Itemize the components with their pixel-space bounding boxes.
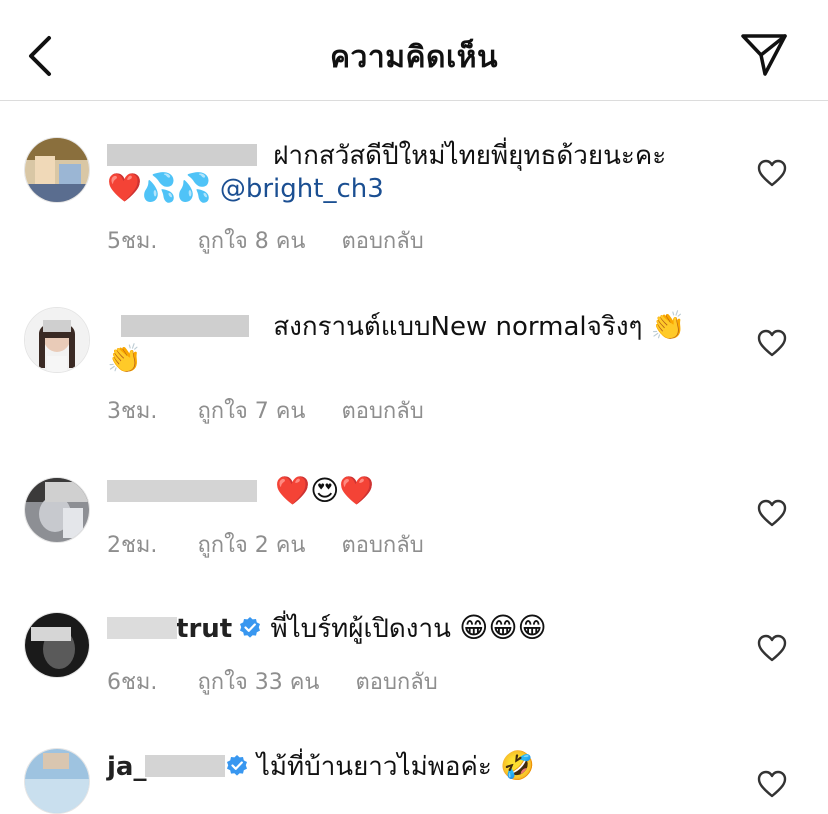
reply-button[interactable]: ตอบกลับ — [355, 664, 437, 699]
heart-icon[interactable] — [757, 499, 787, 527]
comment-time: 6ชม. — [107, 670, 158, 695]
comment-likes[interactable]: ถูกใจ 2 คน — [197, 527, 305, 562]
page-title: ความคิดเห็น — [329, 40, 499, 75]
comment-emojis: 🤣 — [500, 749, 535, 782]
heart-icon[interactable] — [757, 159, 787, 187]
comment-text: พี่ไบร์ทผู้เปิดงาน — [270, 614, 451, 644]
comment-meta: 6ชม. ถูกใจ 33 คน ตอบกลับ — [107, 664, 438, 699]
comment-body: baby_dollita ฝากสวัสดีปีใหม่ไทยพี่ยุทธด้… — [107, 140, 707, 205]
comment-meta: 5ชม. ถูกใจ 8 คน ตอบกลับ — [107, 223, 424, 258]
comment-likes[interactable]: ถูกใจ 8 คน — [197, 223, 305, 258]
comment-body: ja_anna ไม้ที่บ้านยาวไม่พอค่ะ 🤣 — [107, 750, 707, 783]
comment-emojis: 😁😁😁 — [459, 611, 547, 644]
avatar[interactable] — [24, 477, 90, 543]
paper-plane-icon — [741, 34, 787, 76]
comment-text: สงกรานต์แบบNew normalจริงๆ — [273, 312, 643, 342]
comment-emojis: 👏 — [650, 309, 686, 342]
comment-body: jay_pickme สงกรานต์แบบNew normalจริงๆ 👏 … — [107, 310, 707, 376]
heart-icon[interactable] — [757, 770, 787, 798]
heart-icon[interactable] — [757, 329, 787, 357]
heart-icon[interactable] — [757, 634, 787, 662]
comment-time: 3ชม. — [107, 399, 158, 424]
comment-time: 2ชม. — [107, 533, 158, 558]
comment-meta: 2ชม. ถูกใจ 2 คน ตอบกลับ — [107, 527, 424, 562]
reply-button[interactable]: ตอบกลับ — [341, 527, 423, 562]
avatar[interactable] — [24, 612, 90, 678]
avatar[interactable] — [24, 307, 90, 373]
comment-likes[interactable]: ถูกใจ 7 คน — [197, 393, 305, 428]
comment-meta: 3ชม. ถูกใจ 7 คน ตอบกลับ — [107, 393, 424, 428]
comment-username[interactable]: canatrut — [107, 613, 232, 645]
comment-time: 5ชม. — [107, 229, 158, 254]
avatar[interactable] — [24, 748, 90, 814]
comment-text: ฝากสวัสดีปีใหม่ไทยพี่ยุทธด้วยนะคะ — [273, 141, 667, 171]
share-button[interactable] — [736, 28, 792, 80]
avatar[interactable] — [24, 137, 90, 203]
reply-button[interactable]: ตอบกลับ — [341, 393, 423, 428]
comment-username[interactable]: ja_anna — [107, 751, 225, 783]
verified-badge-icon — [240, 617, 261, 638]
reply-button[interactable]: ตอบกลับ — [341, 223, 423, 258]
comment-body: canatrut พี่ไบร์ทผู้เปิดงาน 😁😁😁 — [107, 612, 707, 645]
comment-username[interactable]: baby_dollita — [107, 140, 265, 172]
comment-username[interactable]: jay_pickme — [107, 311, 265, 343]
comment-likes[interactable]: ถูกใจ 33 คน — [197, 664, 319, 699]
comment-username[interactable]: mamaarin — [107, 476, 267, 508]
comment-text: ไม้ที่บ้านยาวไม่พอค่ะ — [256, 752, 492, 782]
top-bar: ความคิดเห็น — [0, 0, 828, 101]
comment-body: mamaarin ❤️😍❤️ — [107, 475, 707, 508]
mention-link[interactable]: @bright_ch3 — [220, 174, 384, 204]
comment-emojis: ❤️💦💦 — [107, 171, 212, 204]
verified-badge-icon — [226, 755, 247, 776]
comment-emojis: ❤️😍❤️ — [275, 474, 375, 507]
comment-emojis-continued: 👏 — [107, 342, 142, 375]
